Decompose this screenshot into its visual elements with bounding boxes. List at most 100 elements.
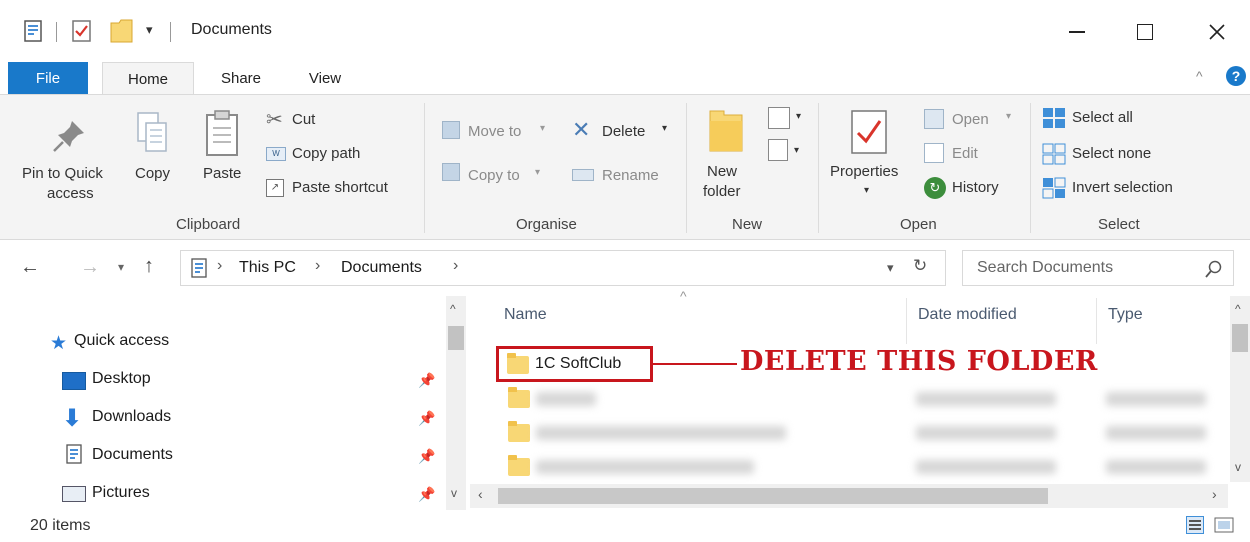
group-label-select: Select — [1098, 216, 1140, 233]
tab-share[interactable]: Share — [206, 62, 276, 94]
paste-shortcut-icon: ↗ — [266, 179, 284, 197]
large-icons-view-icon[interactable] — [1214, 516, 1234, 534]
group-label-organise: Organise — [516, 216, 577, 233]
scroll-thumb[interactable] — [448, 326, 464, 350]
blurred-type — [1106, 460, 1206, 474]
scroll-thumb[interactable] — [498, 488, 1048, 504]
file-list-scrollbar[interactable]: ^ v — [1230, 296, 1250, 482]
back-icon[interactable]: ← — [20, 256, 40, 279]
window-title: Documents — [191, 21, 272, 38]
table-row[interactable]: 1C SoftClub — [496, 346, 653, 382]
address-bar[interactable]: › This PC › Documents › ▾ ↻ — [180, 250, 946, 286]
breadcrumb-separator[interactable]: › — [217, 257, 222, 275]
downloads-icon: ⬇ — [62, 405, 83, 432]
scroll-thumb[interactable] — [1232, 324, 1248, 352]
search-input[interactable]: Search Documents — [962, 250, 1234, 286]
move-to-button[interactable]: Move to — [468, 123, 521, 140]
select-all-button[interactable]: Select all — [1072, 109, 1133, 126]
ribbon-tabs: File Home Share View ^ ? — [0, 62, 1250, 95]
up-icon[interactable]: ↑ — [144, 255, 154, 278]
address-history-dropdown-icon[interactable]: ▾ — [887, 260, 894, 276]
star-icon: ★ — [50, 333, 68, 354]
blurred-type — [1106, 426, 1206, 440]
quick-access-dropdown-icon[interactable]: ▾ — [146, 22, 153, 38]
scissors-icon: ✂ — [266, 109, 283, 131]
tab-home[interactable]: Home — [102, 62, 194, 95]
delete-icon: ✕ — [572, 117, 591, 142]
scroll-down-icon[interactable]: v — [1235, 460, 1241, 474]
recent-locations-icon[interactable]: ▾ — [118, 260, 124, 274]
desktop-icon — [62, 372, 86, 390]
maximize-button[interactable] — [1122, 14, 1168, 50]
nav-item-downloads[interactable]: Downloads — [92, 408, 171, 426]
annotation-connector — [653, 363, 737, 365]
cut-button[interactable]: Cut — [292, 111, 315, 128]
scroll-up-icon[interactable]: ^ — [450, 302, 456, 316]
breadcrumb-separator[interactable]: › — [453, 257, 458, 275]
minimize-button[interactable] — [1054, 14, 1100, 50]
horizontal-scrollbar[interactable]: ‹ › — [470, 484, 1228, 508]
tab-view[interactable]: View — [294, 62, 356, 94]
breadcrumb-documents[interactable]: Documents — [341, 259, 422, 277]
pin-quick-access-button[interactable]: Pin to Quick — [22, 165, 103, 182]
scroll-left-icon[interactable]: ‹ — [478, 486, 483, 502]
help-icon[interactable]: ? — [1226, 66, 1246, 86]
open-dropdown-icon: ▾ — [1006, 111, 1012, 122]
new-folder-qa-icon[interactable] — [110, 18, 134, 44]
copy-path-button[interactable]: Copy path — [292, 145, 360, 162]
copy-to-button[interactable]: Copy to — [468, 167, 520, 184]
column-header-date-modified[interactable]: Date modified — [918, 306, 1017, 324]
column-header-name[interactable]: Name — [504, 306, 547, 324]
checklist-icon[interactable] — [72, 20, 92, 42]
easy-access-icon[interactable] — [768, 139, 788, 161]
tab-file[interactable]: File — [8, 62, 88, 94]
delete-button[interactable]: Delete — [602, 123, 645, 140]
file-name: 1C SoftClub — [535, 355, 622, 372]
blurred-file-name[interactable] — [536, 392, 596, 406]
history-button[interactable]: History — [952, 179, 999, 196]
nav-item-documents[interactable]: Documents — [92, 446, 173, 464]
nav-item-pictures[interactable]: Pictures — [92, 484, 150, 502]
new-folder-label2: folder — [703, 183, 741, 200]
blurred-file-name[interactable] — [536, 460, 754, 474]
column-header-type[interactable]: Type — [1108, 306, 1143, 324]
breadcrumb-separator[interactable]: › — [315, 257, 320, 275]
new-item-dropdown-icon: ▾ — [796, 111, 802, 122]
navigation-scrollbar[interactable]: ^ v — [446, 296, 466, 510]
group-label-new: New — [732, 216, 763, 233]
select-none-icon — [1042, 143, 1066, 165]
scroll-up-icon[interactable]: ^ — [1235, 302, 1241, 316]
open-icon — [924, 109, 944, 129]
collapse-ribbon-icon[interactable]: ^ — [1196, 68, 1203, 84]
properties-icon[interactable] — [24, 20, 42, 42]
scroll-down-icon[interactable]: v — [451, 486, 457, 500]
blurred-date — [916, 392, 1056, 406]
blurred-date — [916, 460, 1056, 474]
new-item-icon[interactable] — [768, 107, 790, 129]
open-button[interactable]: Open — [952, 111, 989, 128]
breadcrumb-this-pc[interactable]: This PC — [239, 259, 296, 277]
edit-button[interactable]: Edit — [952, 145, 978, 162]
copy-button[interactable]: Copy — [135, 165, 170, 182]
close-button[interactable] — [1194, 14, 1240, 50]
blurred-file-name[interactable] — [536, 426, 786, 440]
nav-item-desktop[interactable]: Desktop — [92, 370, 151, 388]
ribbon: Pin to Quick access Copy Paste ✂ Cut W C… — [0, 94, 1250, 240]
paste-button[interactable]: Paste — [203, 165, 241, 182]
details-view-icon[interactable] — [1186, 516, 1204, 534]
folder-icon — [508, 455, 530, 476]
search-placeholder: Search Documents — [977, 259, 1114, 276]
invert-selection-icon — [1042, 177, 1066, 199]
rename-button[interactable]: Rename — [602, 167, 659, 184]
maximize-icon — [1137, 24, 1153, 40]
invert-selection-button[interactable]: Invert selection — [1072, 179, 1173, 196]
pin-icon: 📌 — [418, 410, 436, 426]
properties-button[interactable]: Properties — [830, 163, 898, 180]
paste-shortcut-button[interactable]: Paste shortcut — [292, 179, 388, 196]
select-none-button[interactable]: Select none — [1072, 145, 1151, 162]
new-folder-button[interactable]: New — [707, 163, 737, 180]
nav-item-quick-access[interactable]: Quick access — [74, 332, 169, 350]
forward-icon[interactable]: → — [80, 256, 100, 279]
scroll-right-icon[interactable]: › — [1212, 486, 1217, 502]
refresh-icon[interactable]: ↻ — [913, 256, 927, 276]
